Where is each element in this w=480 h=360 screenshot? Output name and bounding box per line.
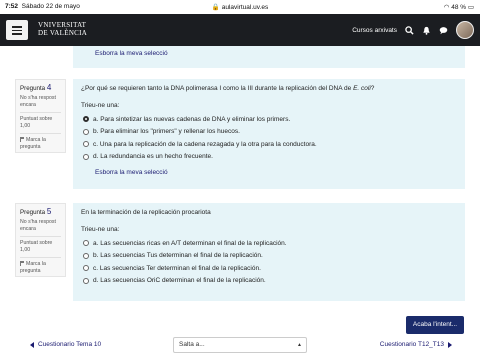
menu-icon-bar (12, 33, 22, 35)
question-text-main: ¿Por qué se requieren tanto la DNA polim… (81, 85, 354, 92)
logo-line-1: VNIVERSITAT (38, 21, 87, 29)
question-4-score: Puntuat sobre 1,00 (20, 116, 61, 130)
flag-icon (20, 137, 24, 142)
flag-line-2: pregunta (20, 268, 41, 274)
answer-option-q5-a[interactable]: a. Las secuencias ricas en A/T determina… (81, 237, 457, 250)
chevron-right-icon (448, 341, 452, 348)
question-5-score: Puntuat sobre 1,00 (20, 240, 61, 254)
flag-line-1: Marca la (26, 261, 46, 267)
question-5-number: Pregunta 5 (20, 207, 61, 216)
answer-option-q5-b[interactable]: b. Las secuencias Tus determinan el fina… (81, 250, 457, 263)
messages-chat-icon[interactable] (439, 26, 448, 35)
jump-to-select[interactable]: Salta a... ▲ (173, 337, 307, 353)
answer-label: b. Para eliminar los "primers" y rellena… (93, 128, 240, 136)
question-4-content: ¿Por qué se requieren tanto la DNA polim… (73, 79, 465, 189)
status-line-1: No s'ha respost (20, 219, 56, 225)
question-4-number: Pregunta 4 (20, 83, 61, 92)
user-avatar[interactable] (456, 21, 474, 39)
radio-button[interactable] (83, 153, 89, 160)
next-activity-label: Cuestionario T12_T13 (379, 341, 444, 348)
archived-courses-link[interactable]: Cursos arxivats (352, 27, 397, 34)
radio-button[interactable] (83, 252, 89, 259)
answer-label: b. Las secuencias Tus determinan el fina… (93, 252, 263, 260)
score-line-1: Puntuat sobre (20, 116, 53, 122)
answer-label: d. La redundancia es un hecho frecuente. (93, 153, 213, 161)
chevron-left-icon (30, 341, 34, 348)
question-5-status: No s'ha respost encara (20, 219, 61, 233)
status-line-2: encara (20, 102, 36, 108)
search-icon[interactable] (405, 25, 414, 35)
radio-button[interactable] (83, 141, 89, 148)
question-text-suffix: ? (370, 85, 375, 92)
clear-selection-link-q4[interactable]: Esborra la meva selecció (95, 169, 168, 176)
answer-label: d. Las secuencias OriC determinan el fin… (93, 277, 266, 285)
answer-option-q5-c[interactable]: c. Las secuencias Ter determinan el fina… (81, 262, 457, 275)
divider (20, 112, 61, 113)
radio-button[interactable] (83, 265, 89, 272)
answer-option-q4-b[interactable]: b. Para eliminar los "primers" y rellena… (81, 126, 457, 139)
radio-button[interactable] (83, 277, 89, 284)
next-activity-link[interactable]: Cuestionario T12_T13 (380, 341, 452, 348)
score-line-2: 1,00 (20, 123, 31, 129)
question-4-info: Pregunta 4 No s'ha respost encara Puntuat… (15, 79, 66, 153)
status-line-1: No s'ha respost (20, 95, 56, 101)
answer-option-q4-c[interactable]: c. Una para la replicación de la cadena … (81, 138, 457, 151)
answer-option-q5-d[interactable]: d. Las secuencias OriC determinan el fin… (81, 275, 457, 288)
flag-line-1: Marca la (26, 137, 46, 143)
radio-button-selected[interactable] (83, 116, 89, 123)
question-5-instruction: Trieu-ne una: (81, 226, 120, 233)
answer-option-q4-a[interactable]: a. Para sintetizar las nuevas cadenas de… (81, 113, 457, 126)
flag-icon (20, 261, 24, 266)
divider (20, 133, 61, 134)
finish-attempt-button[interactable]: Acaba l'intent... (406, 316, 464, 334)
address-url[interactable]: 🔒 aulavirtual.uv.es (0, 3, 480, 11)
previous-activity-label: Cuestionario Tema 10 (38, 341, 102, 348)
flag-line-2: pregunta (20, 144, 41, 150)
menu-toggle-button[interactable] (6, 20, 28, 40)
question-4-instruction: Trieu-ne una: (81, 102, 120, 109)
score-line-2: 1,00 (20, 247, 31, 253)
clear-selection-link-q3[interactable]: Esborra la meva selecció (95, 50, 168, 57)
question-5-info: Pregunta 5 No s'ha respost encara Puntuat… (15, 203, 66, 277)
question-number-value: 4 (46, 83, 52, 92)
university-logo[interactable]: VNIVERSITAT DE VALÈNCIA (38, 21, 87, 37)
menu-icon-bar (12, 29, 22, 31)
radio-button[interactable] (83, 240, 89, 247)
wifi-icon: ◠ (443, 4, 450, 11)
score-line-1: Puntuat sobre (20, 240, 53, 246)
question-5-content: En la terminación de la replicación proc… (73, 203, 465, 301)
question-5-text: En la terminación de la replicación proc… (81, 209, 211, 216)
answer-label: a. Para sintetizar las nuevas cadenas de… (93, 115, 291, 123)
question-4-text: ¿Por qué se requieren tanto la DNA polim… (81, 85, 457, 92)
answer-label: c. Una para la replicación de la cadena … (93, 140, 317, 148)
menu-icon (12, 26, 22, 28)
status-line-2: encara (20, 226, 36, 232)
battery-indicator: ◠ 48 % ▭ (443, 4, 474, 11)
quiz-page: Esborra la meva selecció Pregunta 4 No s… (0, 46, 480, 360)
battery-icon: ▭ (467, 4, 474, 11)
logo-line-2: DE VALÈNCIA (38, 29, 88, 37)
previous-activity-link[interactable]: Cuestionario Tema 10 (30, 341, 101, 348)
question-4-status: No s'ha respost encara (20, 95, 61, 109)
status-bar: 7:52 Sábado 22 de mayo 🔒 aulavirtual.uv.… (0, 0, 480, 14)
divider (20, 257, 61, 258)
flag-question-4-link[interactable]: Marca la pregunta (20, 137, 61, 151)
notifications-bell-icon[interactable] (422, 26, 431, 35)
jump-to-label: Salta a... (179, 341, 205, 348)
flag-question-5-link[interactable]: Marca la pregunta (20, 261, 61, 275)
previous-question-tail: Esborra la meva selecció (73, 46, 465, 68)
navbar-actions: Cursos arxivats (352, 14, 474, 46)
question-text-italic: E. coli (353, 85, 371, 92)
divider (20, 236, 61, 237)
select-arrows-icon: ▲ (297, 342, 302, 348)
top-navbar: VNIVERSITAT DE VALÈNCIA Cursos arxivats (0, 14, 480, 46)
answer-option-q4-d[interactable]: d. La redundancia es un hecho frecuente. (81, 151, 457, 164)
answer-label: a. Las secuencias ricas en A/T determina… (93, 239, 287, 247)
radio-button[interactable] (83, 128, 89, 135)
lock-icon: 🔒 (211, 4, 220, 11)
answer-label: c. Las secuencias Ter determinan el fina… (93, 264, 261, 272)
question-heading: Pregunta (20, 209, 46, 216)
question-heading: Pregunta (20, 85, 46, 92)
question-number-value: 5 (46, 207, 52, 216)
